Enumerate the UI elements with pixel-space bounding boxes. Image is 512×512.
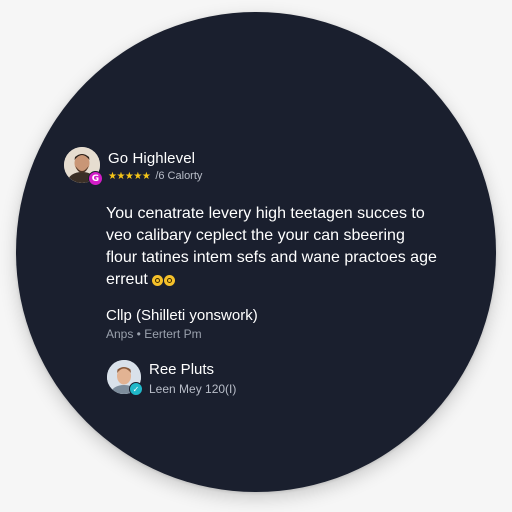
page: G Go Highlevel ★★★★★ /6 Calorty You cena… — [0, 0, 512, 512]
user-subtitle: Leen Mey 120(I) — [149, 382, 237, 396]
verified-badge-icon: ✓ — [129, 382, 143, 396]
smile-emoji-icon — [163, 275, 175, 286]
rating-meta: /6 Calorty — [155, 170, 203, 182]
section-title[interactable]: Cllp (Shilleti yonswork) — [106, 307, 258, 324]
review-line: veo calibary ceplect the your can sbeeri… — [106, 227, 405, 244]
user-name[interactable]: Ree Pluts — [149, 361, 214, 378]
section-subtitle: Anps • Eertert Pm — [106, 327, 202, 341]
review-line: You cenatrate levery high teetagen succe… — [106, 205, 425, 222]
review-line: flour tatines intem sefs and wane practo… — [106, 249, 437, 266]
review-line-last: erreut — [106, 269, 426, 291]
review-text: You cenatrate levery high teetagen succe… — [106, 203, 437, 291]
platform-badge: G — [88, 171, 103, 186]
reviewer-name[interactable]: Go Highlevel — [108, 150, 195, 167]
smile-emoji-icon — [151, 275, 163, 286]
star-rating: ★★★★★ — [108, 170, 151, 182]
review-line: erreut — [106, 271, 148, 288]
emoji-group — [151, 275, 175, 286]
rating-row: ★★★★★ /6 Calorty — [108, 170, 202, 182]
